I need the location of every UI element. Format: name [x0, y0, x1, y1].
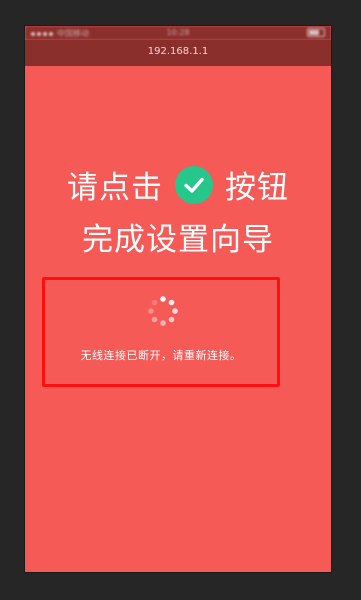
screenshot-frame: 中国移动 10:28 192.168.1.1 请点击 按钮 完成设置向导 无线连… [0, 0, 361, 600]
heading-text-after: 按钮 [225, 170, 289, 206]
status-bar: 中国移动 10:28 [25, 26, 331, 40]
notice-message: 无线连接已断开，请重新连接。 [80, 349, 242, 362]
url-address: 192.168.1.1 [147, 46, 209, 57]
status-time: 10:28 [166, 28, 190, 37]
loading-spinner-icon [148, 296, 178, 326]
url-bar[interactable]: 192.168.1.1 [25, 40, 331, 66]
heading-text-before: 请点击 [67, 170, 163, 206]
phone-screen: 中国移动 10:28 192.168.1.1 请点击 按钮 完成设置向导 无线连… [25, 26, 331, 572]
check-circle-icon[interactable] [175, 165, 213, 204]
battery-icon [307, 28, 325, 37]
heading-line2: 完成设置向导 [82, 222, 274, 258]
status-right [307, 28, 325, 37]
heading-line1: 请点击 按钮 [25, 162, 331, 206]
